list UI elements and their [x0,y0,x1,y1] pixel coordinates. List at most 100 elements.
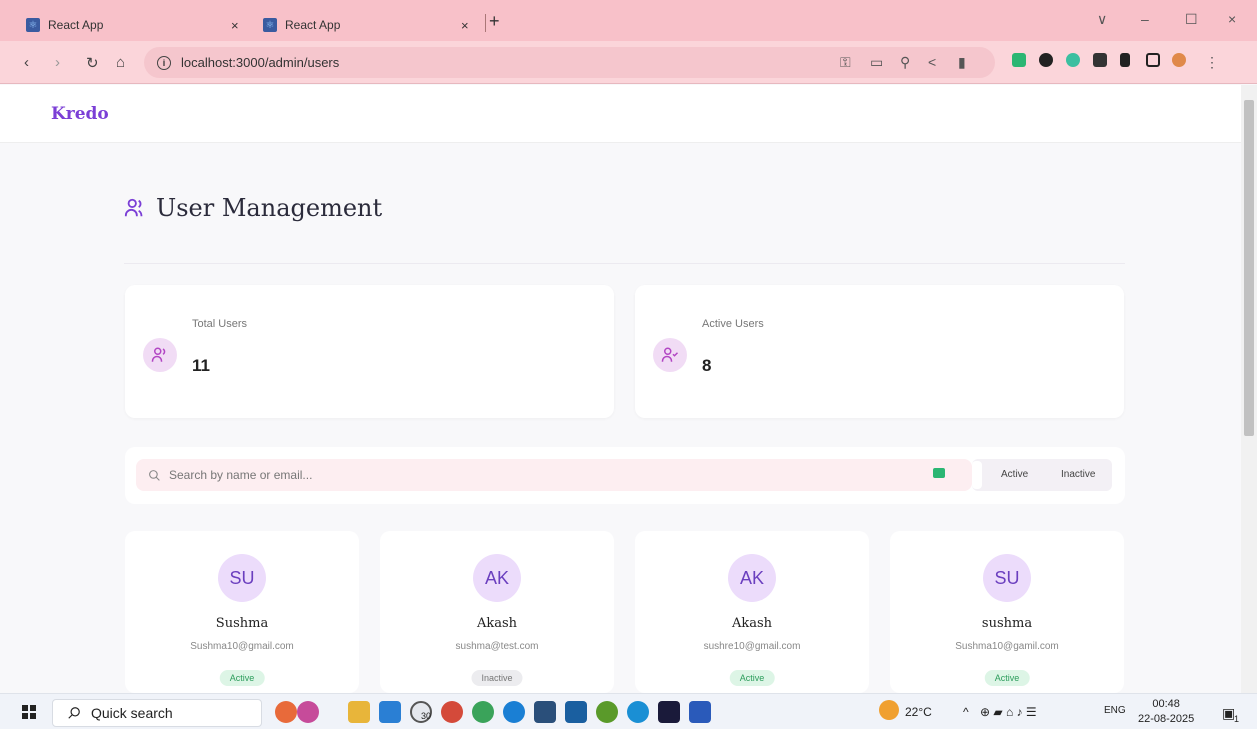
react-icon: ⚛ [26,18,40,32]
tab-title: React App [285,18,341,32]
clock-time: 00:48 [1152,698,1180,710]
user-card[interactable]: SU sushma Sushma10@gamil.com Active [890,531,1124,693]
user-email: sushre10@gmail.com [703,641,801,652]
user-name: sushma [981,616,1033,631]
page-title-text: User Management [156,194,383,222]
side-panel-icon[interactable] [1146,53,1160,67]
cast-icon[interactable]: ▭ [870,54,883,71]
avatar: SU [983,554,1031,602]
edge-icon[interactable] [503,701,525,723]
total-users-card: Total Users 11 [125,285,614,418]
search-placeholder: Search by name or email... [169,468,313,482]
profile-avatar-icon[interactable] [1172,53,1186,67]
search-icon [68,707,80,719]
store-icon[interactable] [565,701,587,723]
taskbar-search-label: Quick search [91,705,173,721]
browser-tab-1[interactable]: ⚛ React App × [26,9,248,41]
notification-count: 1 [1234,714,1240,724]
total-users-value: 11 [192,356,210,375]
whatsapp-badge: 30 [421,711,432,721]
meet-extension-icon[interactable] [933,468,945,478]
brand-logo[interactable]: Kredo [51,104,109,124]
address-bar[interactable]: i localhost:3000/admin/users [144,47,995,78]
bookmark-icon[interactable]: ▮ [958,54,966,71]
decorative-widget-icon[interactable] [275,701,297,723]
restore-button[interactable]: ☐ [1185,11,1198,28]
title-divider [124,263,1125,264]
site-info-icon[interactable]: i [157,55,171,70]
password-key-icon[interactable]: ⚿ [840,54,851,71]
user-card[interactable]: AK Akash sushre10@gmail.com Active [635,531,869,693]
vscode-icon[interactable] [379,701,401,723]
extensions-puzzle-icon[interactable] [1039,53,1053,67]
home-icon[interactable]: ⌂ [116,54,125,71]
user-name: Sushma [215,616,269,631]
new-tab-button[interactable]: + [489,11,500,32]
extension-circle-icon[interactable] [1066,53,1080,67]
tray-chevron-icon[interactable]: ^ [963,705,969,719]
user-email: Sushma10@gamil.com [955,641,1059,652]
reading-list-icon[interactable] [1120,53,1130,67]
language-indicator[interactable]: ENG [1104,705,1126,716]
user-card[interactable]: AK Akash sushma@test.com Inactive [380,531,614,693]
avatar: AK [473,554,521,602]
active-users-value: 8 [702,356,712,375]
close-window-button[interactable]: × [1228,11,1236,27]
reload-icon[interactable]: ↻ [86,54,99,72]
minimize-button[interactable]: – [1141,11,1149,27]
decorative-widget-icon[interactable] [297,701,319,723]
tab-title: React App [48,18,104,32]
active-users-label: Active Users [702,318,764,330]
tab-search-icon[interactable]: ∨ [1097,11,1107,28]
user-email: sushma@test.com [455,641,539,652]
user-card[interactable]: SU Sushma Sushma10@gmail.com Active [125,531,359,693]
chrome-profile-icon[interactable] [472,701,494,723]
jetbrains-icon[interactable] [658,701,680,723]
taskbar-search[interactable]: Quick search [52,699,262,727]
status-badge: Inactive [471,670,523,686]
extension-incognito-icon[interactable] [1093,53,1107,67]
edge-icon[interactable] [627,701,649,723]
app-header [0,85,1241,143]
weather-icon[interactable] [879,700,899,720]
status-filter-toggle[interactable]: Active Inactive [972,459,1112,491]
react-icon: ⚛ [263,18,277,32]
page-title: User Management [124,194,382,222]
tray-icons[interactable]: ⊕ ▰ ⌂ ♪ ☰ [980,705,1037,719]
clock-date: 22-08-2025 [1138,713,1195,725]
forward-icon[interactable]: › [55,54,60,71]
status-badge: Active [219,670,265,686]
status-badge: Active [729,670,775,686]
users-icon [143,338,177,372]
filter-active-button[interactable]: Active [1001,469,1028,480]
status-badge: Active [984,670,1030,686]
back-icon[interactable]: ‹ [24,54,29,71]
active-users-card: Active Users 8 [635,285,1124,418]
taskbar-clock[interactable]: 00:48 22-08-2025 [1138,697,1194,727]
toggle-knob [972,461,982,489]
search-input[interactable]: Search by name or email... [136,459,972,491]
avatar: AK [728,554,776,602]
app-icon[interactable] [534,701,556,723]
users-icon [124,198,143,217]
extension-meet-icon[interactable] [1012,53,1026,67]
tab-close-icon[interactable]: × [231,18,239,33]
total-users-label: Total Users [192,318,248,330]
app-icon[interactable] [596,701,618,723]
browser-menu-icon[interactable]: ⋮ [1205,54,1219,71]
search-icon [149,469,160,481]
temperature: 22°C [905,705,932,719]
word-icon[interactable] [689,701,711,723]
zoom-icon[interactable]: ⚲ [900,54,910,71]
scrollbar-thumb[interactable] [1244,100,1254,436]
share-icon[interactable]: < [928,54,936,70]
filter-inactive-button[interactable]: Inactive [1061,469,1095,480]
user-name: Akash [731,616,773,631]
tab-separator [485,14,486,32]
browser-tab-2[interactable]: ⚛ React App × [263,9,477,41]
chrome-icon[interactable] [441,701,463,723]
windows-start-icon[interactable] [22,705,36,719]
file-explorer-icon[interactable] [348,701,370,723]
tab-close-icon[interactable]: × [461,18,469,33]
url-text: localhost:3000/admin/users [181,55,340,70]
